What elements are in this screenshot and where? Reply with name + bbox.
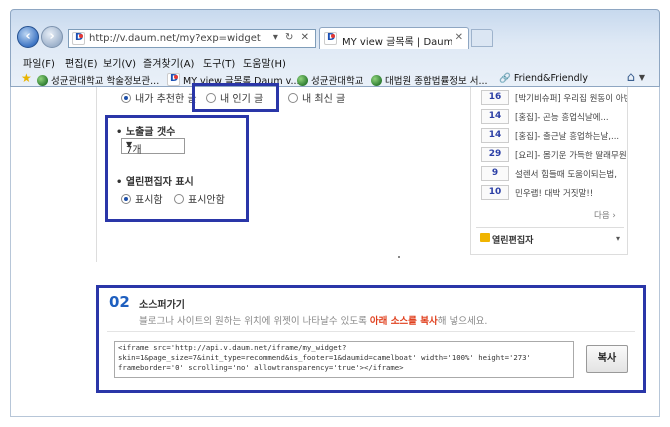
chevron-down-icon[interactable]: ▼: [639, 73, 645, 82]
daum-icon: [72, 32, 86, 46]
folder-icon: [480, 233, 490, 242]
list-item[interactable]: 29 [요리]- 몸기운 가득한 딸래무원...: [481, 147, 627, 163]
daum-icon: [324, 32, 338, 46]
browser-tab[interactable]: MY view 글목록 | Daum vi... ✕: [319, 27, 469, 49]
code-line: frameborder='0' scrolling='no' allowtran…: [118, 363, 404, 372]
radio-button[interactable]: [121, 194, 131, 204]
browser-chrome: ‹ › http://v.daum.net/my?exp=widget ▾ ↻ …: [10, 9, 660, 87]
widget-preview-list: 16 [박기비슈퍼] 우리집 원동이 아빈 14 [홍집]- 곤능 흥업식날에.…: [470, 87, 628, 255]
list-item[interactable]: 14 [홍집]- 곤능 흥업식날에...: [481, 109, 626, 125]
step-title: 소스퍼가기: [139, 300, 185, 311]
step-number: 02: [109, 293, 130, 311]
source-copy-section: 02 소스퍼가기 블로그나 사이트의 원하는 위치에 위젯이 나타날수 있도록 …: [96, 285, 646, 393]
item-count: 14: [481, 109, 509, 124]
back-button[interactable]: ‹: [17, 26, 39, 48]
item-count: 9: [481, 166, 509, 181]
home-icon[interactable]: ⌂: [627, 70, 635, 85]
radio-show-editor[interactable]: 표시함: [121, 191, 163, 206]
menu-bar: 파일(F) 편집(E) 보기(V) 즐겨찾기(A) 도구(T) 도움말(H): [11, 52, 659, 70]
globe-icon: [37, 75, 48, 86]
chevron-down-icon: ▼: [126, 140, 133, 149]
open-editor-label: 열린편집자: [492, 236, 534, 246]
item-count: 29: [481, 147, 509, 162]
item-count: 16: [481, 90, 509, 105]
item-title[interactable]: [박기비슈퍼] 우리집 원동이 아빈: [515, 92, 627, 104]
link-icon: 🔗: [499, 73, 511, 84]
address-url[interactable]: http://v.daum.net/my?exp=widget: [89, 33, 261, 44]
item-count: 14: [481, 128, 509, 143]
menu-favorites[interactable]: 즐겨찾기(A): [143, 55, 194, 70]
tab-title: MY view 글목록 | Daum vi...: [342, 37, 452, 48]
fav-item-skku-library[interactable]: 성균관대학교 학술정보관...: [37, 73, 159, 87]
menu-tools[interactable]: 도구(T): [203, 55, 235, 70]
list-item[interactable]: 16 [박기비슈퍼] 우리집 원동이 아빈: [481, 90, 627, 106]
fav-item-skku[interactable]: 성균관대학교: [297, 73, 363, 87]
radio-button[interactable]: [288, 93, 298, 103]
open-editor-bar[interactable]: 열린편집자 ▾: [476, 227, 624, 247]
highlight-box-popular: [192, 83, 279, 112]
new-tab-button[interactable]: [471, 29, 493, 47]
more-link[interactable]: 다음 ›: [594, 209, 616, 221]
list-item[interactable]: 10 민우랩! 대박 거짓말!!: [481, 185, 626, 201]
radio-button[interactable]: [174, 194, 184, 204]
menu-file[interactable]: 파일(F): [23, 55, 55, 70]
chevron-down-icon[interactable]: ▾: [616, 234, 620, 243]
menu-view[interactable]: 보기(V): [103, 55, 136, 70]
divider: [107, 331, 635, 332]
list-item[interactable]: 9 설렌서 힘들때 도움이되는법,: [481, 166, 626, 182]
fav-item-friend[interactable]: 🔗 Friend&Friendly: [499, 73, 588, 84]
item-title[interactable]: [요리]- 몸기운 가득한 딸래무원...: [515, 149, 627, 161]
daum-icon: [167, 73, 180, 86]
code-line: <iframe src='http://api.v.daum.net/ifram…: [118, 343, 347, 352]
favorites-bar: 성균관대학교 학술정보관... MY view 글목록 Daum v... 성균…: [11, 69, 659, 88]
menu-help[interactable]: 도움말(H): [243, 55, 286, 70]
item-title[interactable]: [홍집]- 곤능 흥업식날에...: [515, 111, 627, 123]
close-tab-icon[interactable]: ✕: [455, 32, 463, 43]
item-title[interactable]: 설렌서 힘들때 도움이되는법,: [515, 168, 627, 180]
radio-recommended[interactable]: 내가 추천한 글: [121, 90, 197, 105]
address-bar[interactable]: http://v.daum.net/my?exp=widget ▾ ↻ ✕: [68, 29, 316, 48]
copy-button[interactable]: 복사: [586, 345, 628, 373]
radio-button[interactable]: [121, 93, 131, 103]
menu-edit[interactable]: 편집(E): [65, 55, 98, 70]
count-label: • 노출글 갯수: [116, 127, 176, 138]
step-description: 블로그나 사이트의 원하는 위치에 위젯이 나타날수 있도록 아래 소스를 복사…: [139, 316, 488, 327]
embed-code-textarea[interactable]: <iframe src='http://api.v.daum.net/ifram…: [114, 341, 574, 378]
globe-icon: [297, 75, 308, 86]
fav-item-law[interactable]: 대법원 종합법률정보 서...: [371, 73, 488, 87]
item-count: 10: [481, 185, 509, 200]
address-controls[interactable]: ▾ ↻ ✕: [273, 32, 311, 43]
list-item[interactable]: 14 [홍집]- 출근날 흥업하는날,...: [481, 128, 626, 144]
forward-button[interactable]: ›: [41, 26, 63, 48]
editor-display-label: • 열린편집자 표시: [116, 177, 194, 188]
code-line: skin=1&page_size=7&init_type=recommend&i…: [118, 353, 531, 362]
divider-dot: [398, 256, 400, 258]
radio-latest[interactable]: 내 최신 글: [288, 90, 345, 105]
globe-icon: [371, 75, 382, 86]
count-select[interactable]: 7개 ▼: [121, 138, 185, 156]
radio-hide-editor[interactable]: 표시안함: [174, 191, 225, 206]
item-title[interactable]: [홍집]- 출근날 흥업하는날,...: [515, 130, 627, 142]
item-title[interactable]: 민우랩! 대박 거짓말!!: [515, 187, 627, 199]
